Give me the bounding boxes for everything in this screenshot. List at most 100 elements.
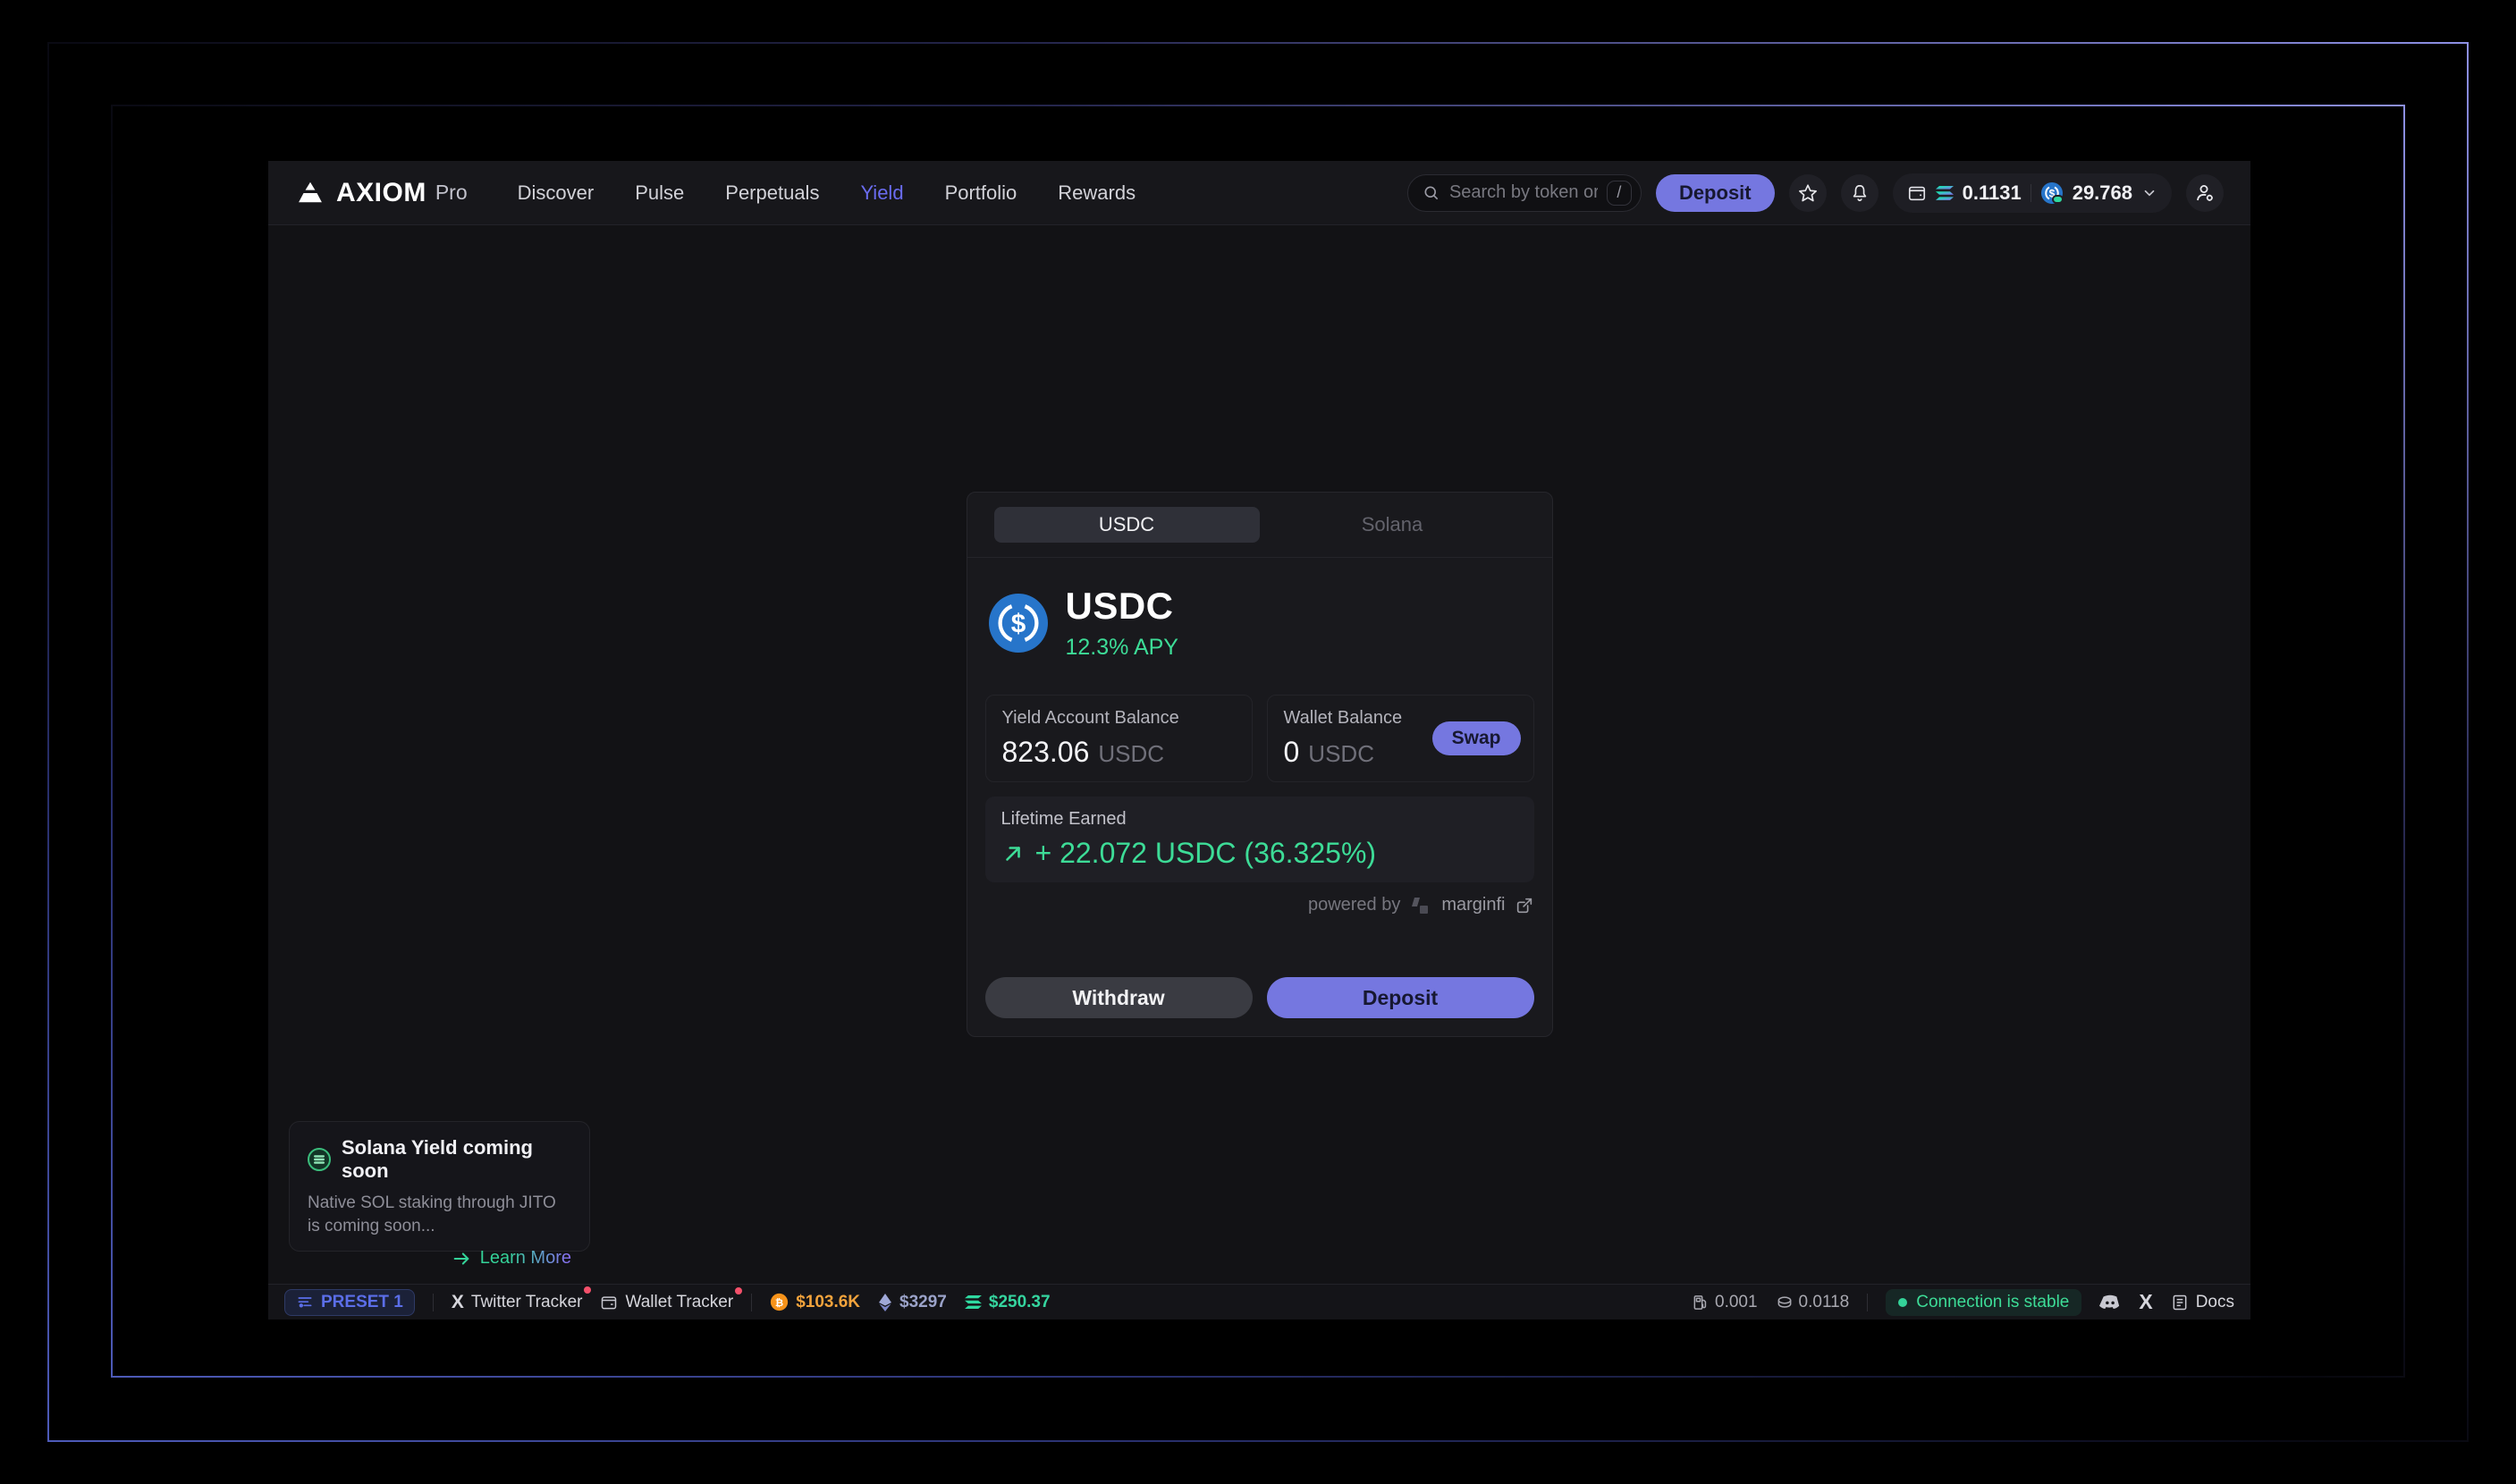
arrow-right-icon [452, 1249, 471, 1269]
lifetime-earned-value: + 22.072 USDC (36.325%) [1034, 837, 1377, 869]
yield-balance-unit: USDC [1098, 740, 1165, 767]
preset-sliders-icon [296, 1294, 314, 1311]
preset-button[interactable]: PRESET 1 [284, 1288, 415, 1316]
powered-by-name: marginfi [1441, 895, 1506, 915]
brand-name: AXIOM [336, 177, 426, 207]
chevron-down-icon [2141, 185, 2157, 201]
main-nav: Discover Pulse Perpetuals Yield Portfoli… [518, 181, 1136, 205]
priority-fee-metric: 0.0118 [1776, 1292, 1850, 1312]
yield-account-balance-box: Yield Account Balance 823.06 USDC [984, 695, 1253, 782]
nav-item-yield[interactable]: Yield [860, 181, 903, 205]
nav-item-perpetuals[interactable]: Perpetuals [725, 181, 819, 205]
account-settings-button[interactable] [2186, 173, 2224, 212]
preset-label: PRESET 1 [321, 1292, 403, 1311]
btc-price-value: $103.6K [796, 1292, 861, 1311]
sol-price[interactable]: $250.37 [964, 1292, 1051, 1312]
token-name: USDC [1065, 585, 1174, 627]
swap-button[interactable]: Swap [1431, 721, 1521, 755]
wallet-balance-box: Wallet Balance 0 USDC Swap [1266, 695, 1534, 782]
search-placeholder: Search by token or CA... [1448, 182, 1598, 202]
x-social-button[interactable]: X [2139, 1290, 2152, 1314]
nav-item-discover[interactable]: Discover [518, 181, 595, 205]
brand-logo[interactable]: AXIOM Pro [295, 178, 468, 208]
lifetime-earned-box: Lifetime Earned + 22.072 USDC (36.325%) [984, 797, 1534, 882]
ethereum-icon [878, 1293, 892, 1312]
arrow-up-right-icon [1001, 842, 1025, 865]
top-nav-bar: AXIOM Pro Discover Pulse Perpetuals Yiel… [268, 161, 2250, 225]
learn-more-label: Learn More [479, 1248, 571, 1269]
learn-more-link[interactable]: Learn More [308, 1248, 571, 1269]
coin-icon [1776, 1294, 1794, 1311]
status-bar: PRESET 1 X Twitter Tracker Wallet Tracke… [268, 1284, 2250, 1320]
notifications-button[interactable] [1840, 173, 1879, 212]
sol-price-value: $250.37 [988, 1292, 1051, 1311]
withdraw-button[interactable]: Withdraw [984, 977, 1253, 1018]
usdc-coin-icon: $ [2040, 181, 2064, 205]
star-icon [1798, 183, 1818, 203]
discord-icon [2099, 1294, 2121, 1311]
solana-green-bars-icon [964, 1294, 982, 1310]
lifetime-earned-label: Lifetime Earned [1000, 809, 1127, 829]
wallet-balance-value: 0 [1283, 736, 1300, 768]
connection-status-badge: Connection is stable [1886, 1288, 2082, 1316]
docs-label: Docs [2195, 1292, 2234, 1311]
token-header: $ USDC 12.3% APY [985, 585, 1534, 661]
search-input[interactable]: Search by token or CA... / [1406, 173, 1642, 212]
toast-title: Solana Yield coming soon [342, 1136, 533, 1182]
solana-icon [1935, 185, 1954, 201]
marginfi-logo-icon [1409, 896, 1432, 915]
priority-fee-value: 0.0118 [1798, 1292, 1850, 1311]
header-right-group: Search by token or CA... / Deposit [1406, 173, 2224, 213]
wallet-tracker-button[interactable]: Wallet Tracker [600, 1286, 743, 1312]
yield-card: USDC Solana $ USDC 12.3% APY Yield Accou… [966, 492, 1553, 1037]
nav-item-rewards[interactable]: Rewards [1058, 181, 1136, 205]
connection-label: Connection is stable [1916, 1292, 2070, 1311]
eth-price[interactable]: $3297 [878, 1293, 947, 1312]
svg-text:₿: ₿ [775, 1298, 783, 1309]
yield-balance-value: 823.06 [1001, 736, 1090, 768]
gas-value: 0.001 [1715, 1292, 1758, 1311]
nav-item-portfolio[interactable]: Portfolio [945, 181, 1017, 205]
svg-text:$: $ [1010, 609, 1026, 638]
divider [1867, 1293, 1869, 1311]
btc-price[interactable]: ₿ $103.6K [770, 1293, 860, 1312]
powered-by-row[interactable]: powered by marginfi [985, 895, 1534, 915]
token-apy: 12.3% APY [1065, 635, 1178, 660]
usdc-logo-icon: $ [988, 593, 1048, 653]
user-gear-icon [2194, 182, 2216, 204]
tab-usdc[interactable]: USDC [993, 507, 1260, 543]
card-actions: Withdraw Deposit [984, 977, 1534, 1018]
discord-button[interactable] [2099, 1294, 2121, 1311]
bitcoin-icon: ₿ [770, 1293, 789, 1311]
wallet-balance-unit: USDC [1308, 740, 1374, 767]
notification-dot [735, 1286, 743, 1294]
solana-yield-toast[interactable]: Solana Yield coming soon Native SOL stak… [289, 1121, 590, 1268]
axiom-triangle-icon [295, 181, 325, 206]
wallet-tracker-label: Wallet Tracker [625, 1292, 734, 1311]
deposit-button-header[interactable]: Deposit [1655, 173, 1775, 212]
asset-tabs: USDC Solana [967, 493, 1552, 543]
divider [751, 1293, 753, 1311]
notification-dot [584, 1286, 592, 1294]
bell-icon [1850, 183, 1870, 203]
usdc-balance: 29.768 [2072, 181, 2132, 204]
twitter-tracker-button[interactable]: X Twitter Tracker [451, 1286, 592, 1313]
nav-item-pulse[interactable]: Pulse [635, 181, 684, 205]
search-shortcut-key: / [1606, 180, 1632, 206]
docs-button[interactable]: Docs [2171, 1293, 2234, 1312]
wallet-tracker-icon [600, 1294, 618, 1311]
yield-card-body: $ USDC 12.3% APY Yield Account Balance 8… [967, 558, 1552, 1036]
x-icon: X [451, 1291, 464, 1312]
tab-solana[interactable]: Solana [1260, 507, 1525, 543]
docs-icon [2171, 1294, 2189, 1311]
deposit-button-card[interactable]: Deposit [1266, 977, 1534, 1018]
gas-pump-icon [1692, 1294, 1710, 1311]
yield-balance-label: Yield Account Balance [1001, 708, 1179, 728]
connection-dot-icon [1898, 1297, 1908, 1307]
sol-balance: 0.1131 [1962, 181, 2022, 204]
wallet-balances-pill[interactable]: 0.1131 $ 29.768 [1892, 173, 2172, 213]
watchlist-button[interactable] [1788, 173, 1827, 212]
status-bar-right: 0.001 0.0118 Connection is stable X Docs [1692, 1288, 2234, 1316]
wallet-icon [1907, 183, 1927, 203]
divider [432, 1293, 434, 1311]
